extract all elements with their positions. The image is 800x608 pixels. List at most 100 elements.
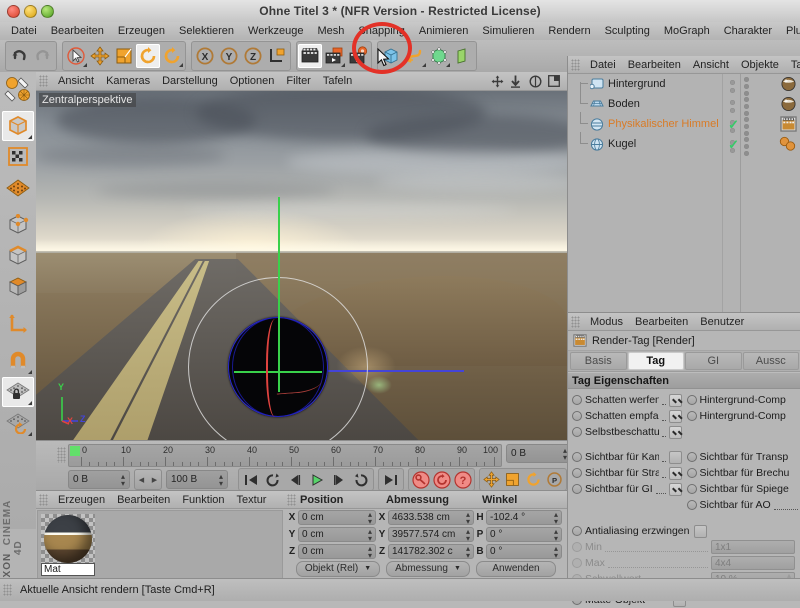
attribute-manager-grip-handle[interactable] <box>571 316 580 328</box>
antialiasing-checkbox[interactable] <box>694 525 707 538</box>
property-checkbox[interactable] <box>669 451 682 464</box>
start-frame-field[interactable]: 0 B ▴▾ <box>68 470 130 489</box>
angle-b-stepper[interactable]: ▴▾ <box>554 545 558 559</box>
menu-mograph[interactable]: MoGraph <box>657 22 717 40</box>
spline-flyout-arrow[interactable] <box>422 63 426 67</box>
property-selbstbeschattung[interactable]: Selbstbeschattung <box>568 426 685 439</box>
viewport-menu-filter[interactable]: Filter <box>280 75 316 87</box>
menu-plugins[interactable]: Plug-ins <box>779 22 800 40</box>
menu-mesh[interactable]: Mesh <box>310 22 351 40</box>
dimension-y-stepper[interactable]: ▴▾ <box>466 528 470 542</box>
angle-h-stepper[interactable]: ▴▾ <box>554 511 558 525</box>
viewport-menu-kameras[interactable]: Kameras <box>100 75 156 87</box>
menu-datei[interactable]: Datei <box>4 22 44 40</box>
apply-button[interactable]: Anwenden <box>476 561 556 577</box>
attribute-menu-benutzer[interactable]: Benutzer <box>694 316 750 328</box>
size-mode-dropdown[interactable]: Abmessung▼ <box>386 561 470 577</box>
current-time-marker[interactable] <box>70 446 80 456</box>
polygons-mode-button[interactable] <box>2 272 34 302</box>
angle-h-field[interactable]: -102.4 °▴▾ <box>486 510 562 525</box>
object-visibility-dots[interactable] <box>730 80 735 93</box>
material-menu-funktion[interactable]: Funktion <box>176 494 230 506</box>
object-tags[interactable] <box>780 116 797 132</box>
points-mode-button[interactable] <box>2 210 34 240</box>
property-sichtbar-fuer-gi[interactable]: Sichtbar für GI <box>568 483 685 496</box>
menu-snapping[interactable]: Snapping <box>351 22 412 40</box>
object-row-kugel[interactable]: Kugel ✓ <box>568 134 800 154</box>
property-checkbox[interactable] <box>669 426 682 439</box>
animate-radio-icon[interactable] <box>687 500 697 510</box>
generator-flyout-arrow[interactable] <box>446 63 450 67</box>
menu-erzeugen[interactable]: Erzeugen <box>111 22 172 40</box>
status-bar-grip-handle[interactable] <box>3 584 12 596</box>
object-row-boden[interactable]: Boden <box>568 94 800 114</box>
start-frame-stepper[interactable]: ▴▾ <box>121 473 125 487</box>
edges-mode-button[interactable] <box>2 241 34 271</box>
property-sichtbar-fuer-kamera[interactable]: Sichtbar für Kamera <box>568 451 685 464</box>
animate-radio-icon[interactable] <box>572 468 582 478</box>
deformer-button[interactable] <box>451 44 475 68</box>
record-pla-button[interactable]: P <box>544 470 565 489</box>
animate-radio-icon[interactable] <box>572 427 582 437</box>
property-sichtbar-fuer-strahlen[interactable]: Sichtbar für Strahlen <box>568 467 685 480</box>
tab-ausschluss[interactable]: Aussc <box>743 352 800 370</box>
property-checkbox[interactable] <box>669 467 682 480</box>
material-manager-grip-handle[interactable] <box>39 494 48 506</box>
render-view-button[interactable] <box>298 44 322 68</box>
rotation-handle-red[interactable] <box>266 319 286 417</box>
3d-viewport[interactable]: Zentralperspektive <box>36 91 567 440</box>
live-selection-flyout-arrow[interactable] <box>83 63 87 67</box>
menu-charakter[interactable]: Charakter <box>717 22 779 40</box>
object-tree[interactable]: Hintergrund Boden <box>568 74 800 312</box>
zoom-view-icon[interactable] <box>510 75 523 88</box>
autokeying-button[interactable] <box>431 470 452 489</box>
previous-frame-button[interactable] <box>284 470 306 489</box>
frame-range-stepper[interactable]: ◀▶ <box>134 469 162 490</box>
scale-button[interactable] <box>112 44 136 68</box>
go-to-start-button[interactable] <box>240 470 262 489</box>
angle-b-field[interactable]: 0 °▴▾ <box>486 544 562 559</box>
record-rotation-button[interactable] <box>523 470 544 489</box>
object-material-mode-button[interactable] <box>2 74 34 104</box>
object-enabled-check-icon[interactable]: ✓ <box>728 140 739 150</box>
pan-view-icon[interactable] <box>491 75 504 88</box>
lock-x-button[interactable]: X <box>193 44 217 68</box>
object-tags[interactable] <box>780 96 797 112</box>
position-z-field[interactable]: 0 cm▴▾ <box>298 544 376 559</box>
rotate-button[interactable] <box>136 44 160 68</box>
world-object-coordinates-button[interactable] <box>265 44 289 68</box>
attribute-menu-modus[interactable]: Modus <box>584 316 629 328</box>
move-button[interactable] <box>88 44 112 68</box>
record-keyframe-button[interactable] <box>410 470 431 489</box>
menu-sculpting[interactable]: Sculpting <box>598 22 657 40</box>
object-row-hintergrund[interactable]: Hintergrund <box>568 74 800 94</box>
material-menu-bearbeiten[interactable]: Bearbeiten <box>111 494 176 506</box>
record-position-button[interactable] <box>481 470 502 489</box>
workplane-lock-flyout-arrow[interactable] <box>28 401 32 405</box>
lock-workplane-button[interactable] <box>2 377 34 407</box>
model-mode-button[interactable] <box>2 111 34 141</box>
record-scale-button[interactable] <box>502 470 523 489</box>
property-sichtbar-fuer-transparenz[interactable]: Sichtbar für Transp <box>685 451 800 463</box>
animate-radio-icon[interactable] <box>687 484 697 494</box>
coordinate-manager-grip-handle[interactable] <box>287 494 296 506</box>
object-row-physikalischer-himmel[interactable]: Physikalischer Himmel ✓ <box>568 114 800 134</box>
menu-werkzeuge[interactable]: Werkzeuge <box>241 22 310 40</box>
maximize-view-icon[interactable] <box>548 75 561 88</box>
animate-radio-icon[interactable] <box>572 484 582 494</box>
stepper-right-arrow[interactable]: ▶ <box>152 476 157 484</box>
tab-tag[interactable]: Tag <box>628 352 685 370</box>
go-to-end-button[interactable] <box>380 470 402 489</box>
dimension-z-field[interactable]: 141782.302 c▴▾ <box>388 544 474 559</box>
undo-button[interactable] <box>7 44 31 68</box>
lock-y-button[interactable]: Y <box>217 44 241 68</box>
redo-button[interactable] <box>31 44 55 68</box>
timeline-grip-handle[interactable] <box>57 447 66 463</box>
menu-animieren[interactable]: Animieren <box>412 22 476 40</box>
property-hintergrund-comp-1[interactable]: Hintergrund-Comp <box>685 394 800 406</box>
material-name-label[interactable]: Mat <box>41 563 95 576</box>
position-x-stepper[interactable]: ▴▾ <box>368 511 372 525</box>
dimension-x-stepper[interactable]: ▴▾ <box>466 511 470 525</box>
viewport-menu-tafeln[interactable]: Tafeln <box>317 75 358 87</box>
tab-gi[interactable]: GI <box>685 352 742 370</box>
